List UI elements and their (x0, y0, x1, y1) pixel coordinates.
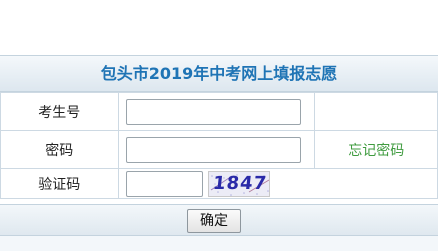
captcha-image[interactable]: 1847 (207, 170, 270, 197)
login-form: 考生号 密码 忘记密码 验证码 1847 (0, 92, 438, 199)
login-panel: 包头市2019年中考网上填报志愿 考生号 密码 忘记密码 验证码 1847 确定 (0, 0, 438, 251)
empty-cell (314, 92, 438, 131)
action-bar: 确定 (0, 204, 438, 236)
form-row-exam-number: 考生号 (0, 92, 438, 131)
captcha-text: 1847 (211, 172, 268, 194)
exam-number-input[interactable] (125, 98, 301, 125)
password-input[interactable] (125, 136, 301, 163)
password-label: 密码 (0, 130, 119, 169)
form-row-captcha: 验证码 1847 (0, 168, 438, 199)
submit-button[interactable]: 确定 (187, 209, 241, 233)
captcha-label: 验证码 (0, 168, 119, 199)
page-title: 包头市2019年中考网上填报志愿 (100, 64, 338, 83)
exam-number-label: 考生号 (0, 92, 119, 131)
form-row-password: 密码 忘记密码 (0, 130, 438, 169)
title-bar: 包头市2019年中考网上填报志愿 (0, 55, 438, 92)
captcha-input[interactable] (125, 170, 203, 197)
forgot-password-link[interactable]: 忘记密码 (348, 143, 404, 159)
footer-strip (0, 236, 438, 251)
